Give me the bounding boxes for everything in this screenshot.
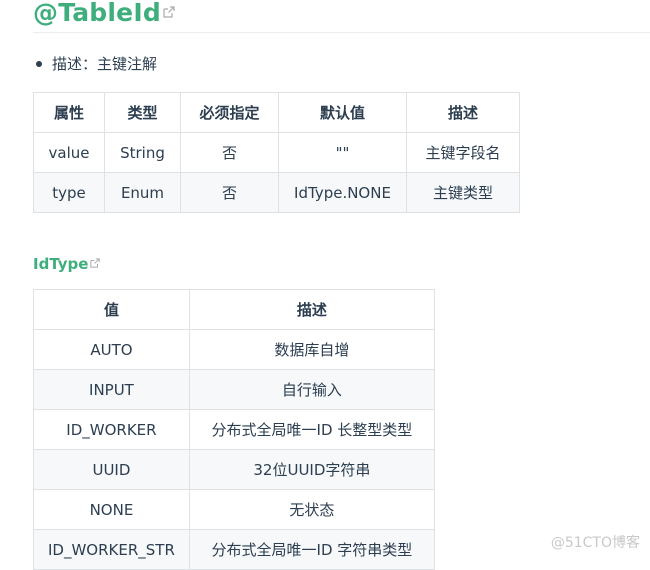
table-cell: value <box>33 132 105 173</box>
table-cell: AUTO <box>33 329 190 370</box>
table-row: UUID 32位UUID字符串 <box>33 449 435 490</box>
table-cell: 自行输入 <box>188 369 435 410</box>
section-heading: @TableId <box>33 0 650 33</box>
table-cell: type <box>33 172 105 213</box>
header-cell: 默认值 <box>278 92 407 133</box>
table-cell: ID_WORKER <box>33 409 190 450</box>
table-cell: 否 <box>180 132 279 173</box>
table-cell: "" <box>278 132 407 173</box>
header-cell: 属性 <box>33 92 105 133</box>
table-cell: 无状态 <box>188 489 435 530</box>
external-link-icon <box>90 257 101 268</box>
description-bullet: 描述：主键注解 <box>36 52 157 76</box>
idtype-table: 值 描述 AUTO 数据库自增 INPUT 自行输入 ID_WORKER 分布式… <box>33 289 435 570</box>
header-cell: 描述 <box>188 289 435 330</box>
external-link-icon <box>163 6 175 18</box>
table-cell: 32位UUID字符串 <box>188 449 435 490</box>
table-row: type Enum 否 IdType.NONE 主键类型 <box>33 172 520 213</box>
table-row: value String 否 "" 主键字段名 <box>33 132 520 173</box>
header-cell: 必须指定 <box>180 92 279 133</box>
idtype-title-link[interactable]: IdType <box>33 255 88 273</box>
attributes-table: 属性 类型 必须指定 默认值 描述 value String 否 "" 主键字段… <box>33 92 520 213</box>
bullet-icon <box>36 60 42 67</box>
header-cell: 描述 <box>406 92 520 133</box>
table-row: INPUT 自行输入 <box>33 369 435 410</box>
header-cell: 类型 <box>104 92 181 133</box>
header-cell: 值 <box>33 289 190 330</box>
table-row: AUTO 数据库自增 <box>33 329 435 370</box>
idtype-heading: IdType <box>33 253 101 275</box>
table-row: ID_WORKER 分布式全局唯一ID 长整型类型 <box>33 409 435 450</box>
section-title-link[interactable]: @TableId <box>33 0 161 27</box>
table-cell: 分布式全局唯一ID 字符串类型 <box>188 529 435 570</box>
table-cell: 数据库自增 <box>188 329 435 370</box>
table-row: NONE 无状态 <box>33 489 435 530</box>
description-text: 描述：主键注解 <box>52 55 158 73</box>
table-cell: String <box>104 132 181 173</box>
table-cell: 分布式全局唯一ID 长整型类型 <box>188 409 435 450</box>
table-row: ID_WORKER_STR 分布式全局唯一ID 字符串类型 <box>33 529 435 570</box>
table-cell: 主键字段名 <box>406 132 520 173</box>
table-cell: INPUT <box>33 369 190 410</box>
table-cell: UUID <box>33 449 190 490</box>
table-cell: 主键类型 <box>406 172 520 213</box>
table-header-row: 属性 类型 必须指定 默认值 描述 <box>33 92 520 133</box>
table-cell: IdType.NONE <box>278 172 407 213</box>
table-cell: Enum <box>104 172 181 213</box>
table-cell: ID_WORKER_STR <box>33 529 190 570</box>
table-cell: NONE <box>33 489 190 530</box>
table-cell: 否 <box>180 172 279 213</box>
watermark: @51CTO博客 <box>550 535 640 551</box>
table-header-row: 值 描述 <box>33 289 435 330</box>
